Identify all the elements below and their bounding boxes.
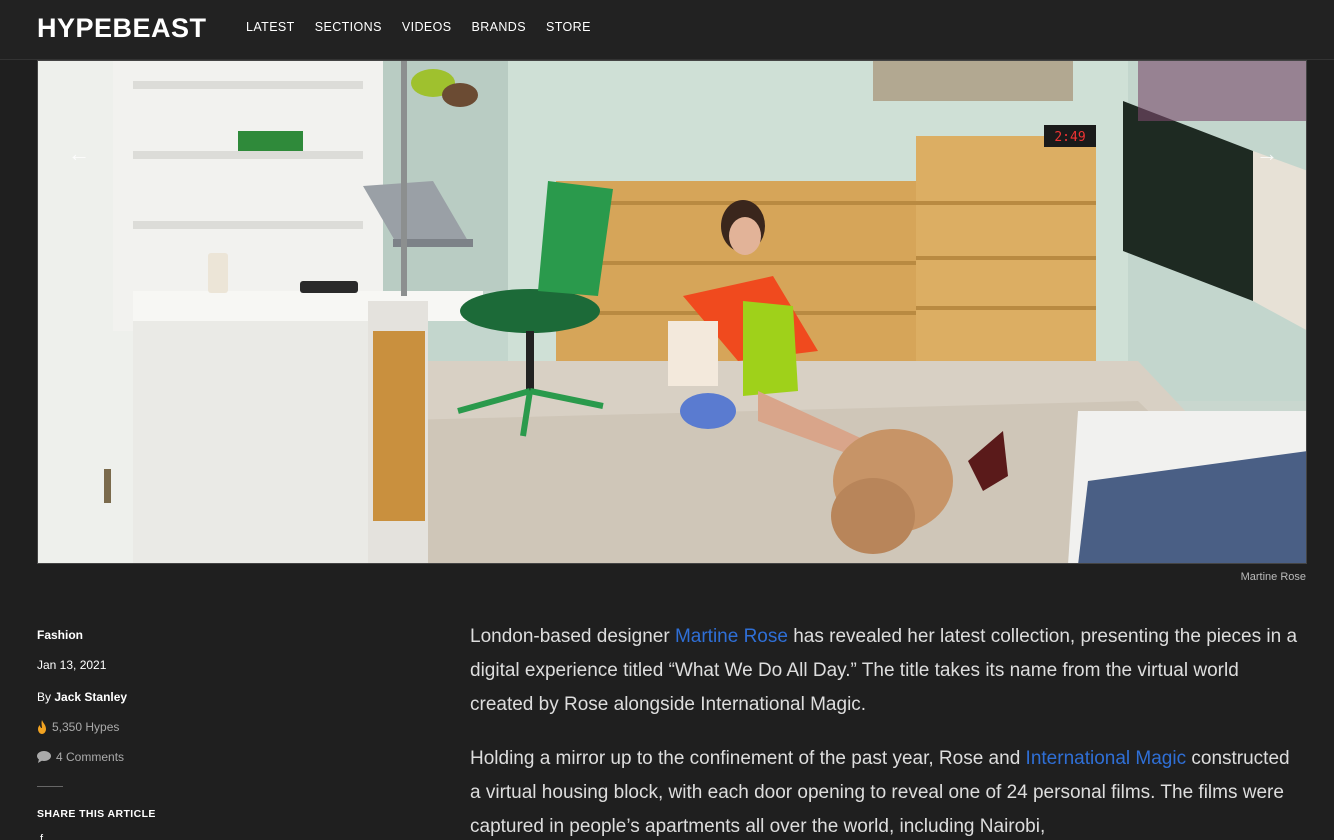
article-meta: Fashion Jan 13, 2021 By Jack Stanley 5,3… (37, 628, 237, 840)
martine-rose-link[interactable]: Martine Rose (675, 626, 788, 647)
image-caption: Martine Rose (1240, 571, 1306, 583)
prev-arrow-icon[interactable]: ← (68, 141, 90, 167)
nav-sections[interactable]: SECTIONS (315, 20, 382, 34)
paragraph-2-text-a: Holding a mirror up to the confinement o… (470, 748, 1026, 769)
nav-videos[interactable]: VIDEOS (402, 20, 452, 34)
article-body: London-based designer Martine Rose has r… (470, 620, 1300, 840)
flame-icon (38, 720, 46, 734)
nav-brands[interactable]: BRANDS (471, 20, 526, 34)
paragraph-1: London-based designer Martine Rose has r… (470, 620, 1300, 722)
comments-label: 4 Comments (56, 750, 125, 764)
share-heading: SHARE THIS ARTICLE (37, 808, 156, 820)
category-link[interactable]: Fashion (37, 628, 237, 642)
main-nav: LATEST SECTIONS VIDEOS BRANDS STORE (246, 20, 591, 34)
comments-count[interactable]: 4 Comments (37, 750, 124, 764)
site-logo[interactable]: HYPEBEAST (37, 13, 207, 44)
international-magic-link[interactable]: International Magic (1026, 748, 1187, 769)
divider (37, 786, 63, 787)
bedroom-photo: 2:49 (38, 61, 1306, 563)
paragraph-1-text-a: London-based designer (470, 626, 675, 647)
publish-date: Jan 13, 2021 (37, 658, 107, 672)
nav-store[interactable]: STORE (546, 20, 591, 34)
nav-latest[interactable]: LATEST (246, 20, 295, 34)
comment-icon (37, 751, 51, 763)
site-header: HYPEBEAST LATEST SECTIONS VIDEOS BRANDS … (0, 0, 1334, 60)
paragraph-2: Holding a mirror up to the confinement o… (470, 742, 1300, 840)
clock-display: 2:49 (1054, 130, 1085, 145)
next-arrow-icon[interactable]: → (1256, 141, 1278, 167)
facebook-icon[interactable]: f (40, 833, 43, 840)
author-name[interactable]: Jack Stanley (54, 690, 127, 704)
hero-image[interactable]: 2:49 ← → (37, 60, 1307, 564)
hypes-label: 5,350 Hypes (52, 720, 120, 734)
author-byline: By Jack Stanley (37, 690, 127, 704)
hypes-count[interactable]: 5,350 Hypes (37, 720, 119, 734)
author-prefix: By (37, 690, 52, 704)
